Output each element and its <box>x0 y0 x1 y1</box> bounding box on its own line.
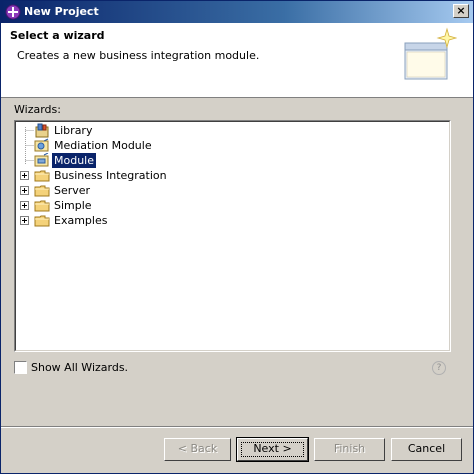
expand-simple-icon[interactable] <box>20 201 29 210</box>
show-all-wizards-label[interactable]: Show All Wizards. <box>31 361 128 374</box>
wizards-label: Wizards: <box>14 103 61 116</box>
tree-item-library[interactable]: Library <box>34 123 234 138</box>
tree-item-label: Examples <box>54 214 108 227</box>
module-icon <box>34 153 49 167</box>
title-bar[interactable]: New Project × <box>1 1 473 23</box>
tree-item-label: Module <box>51 152 97 169</box>
cancel-button[interactable]: Cancel <box>391 438 462 461</box>
wizard-banner: Select a wizard Creates a new business i… <box>1 23 473 98</box>
expand-examples-icon[interactable] <box>20 216 29 225</box>
tree-item-mediation-module[interactable]: Mediation Module <box>34 138 234 153</box>
banner-title: Select a wizard <box>10 29 105 42</box>
folder-icon <box>34 200 50 212</box>
tree-item-examples[interactable]: Examples <box>34 213 234 228</box>
library-icon <box>35 123 49 138</box>
expand-business-integration-icon[interactable] <box>20 171 29 180</box>
tree-item-label: Mediation Module <box>54 139 152 152</box>
show-all-wizards-checkbox[interactable] <box>14 361 27 374</box>
finish-button[interactable]: Finish <box>314 438 385 461</box>
next-button-focus <box>241 442 304 457</box>
help-icon[interactable]: ? <box>432 361 446 375</box>
new-project-dialog: New Project × Select a wizard Creates a … <box>0 0 474 474</box>
next-button[interactable]: Next > <box>236 437 309 462</box>
tree-item-business-integration[interactable]: Business Integration <box>34 168 234 183</box>
tree-item-server[interactable]: Server <box>34 183 234 198</box>
button-bar-separator <box>1 426 473 428</box>
tree-item-label: Business Integration <box>54 169 167 182</box>
tree-item-label: Simple <box>54 199 92 212</box>
app-icon <box>5 4 21 20</box>
wizards-tree[interactable]: Library Mediation Module Module Business… <box>14 120 451 352</box>
new-project-wizard-icon <box>404 27 457 80</box>
expand-server-icon[interactable] <box>20 186 29 195</box>
close-button[interactable]: × <box>453 4 469 18</box>
banner-description: Creates a new business integration modul… <box>17 49 260 62</box>
mediation-module-icon <box>34 138 49 152</box>
tree-item-module[interactable]: Module <box>34 152 234 169</box>
window-title: New Project <box>24 5 99 18</box>
tree-item-label: Library <box>54 124 93 137</box>
folder-icon <box>34 185 50 197</box>
tree-item-label: Server <box>54 184 91 197</box>
back-button[interactable]: < Back <box>164 438 231 461</box>
tree-item-simple[interactable]: Simple <box>34 198 234 213</box>
folder-icon <box>34 215 50 227</box>
folder-icon <box>34 170 50 182</box>
